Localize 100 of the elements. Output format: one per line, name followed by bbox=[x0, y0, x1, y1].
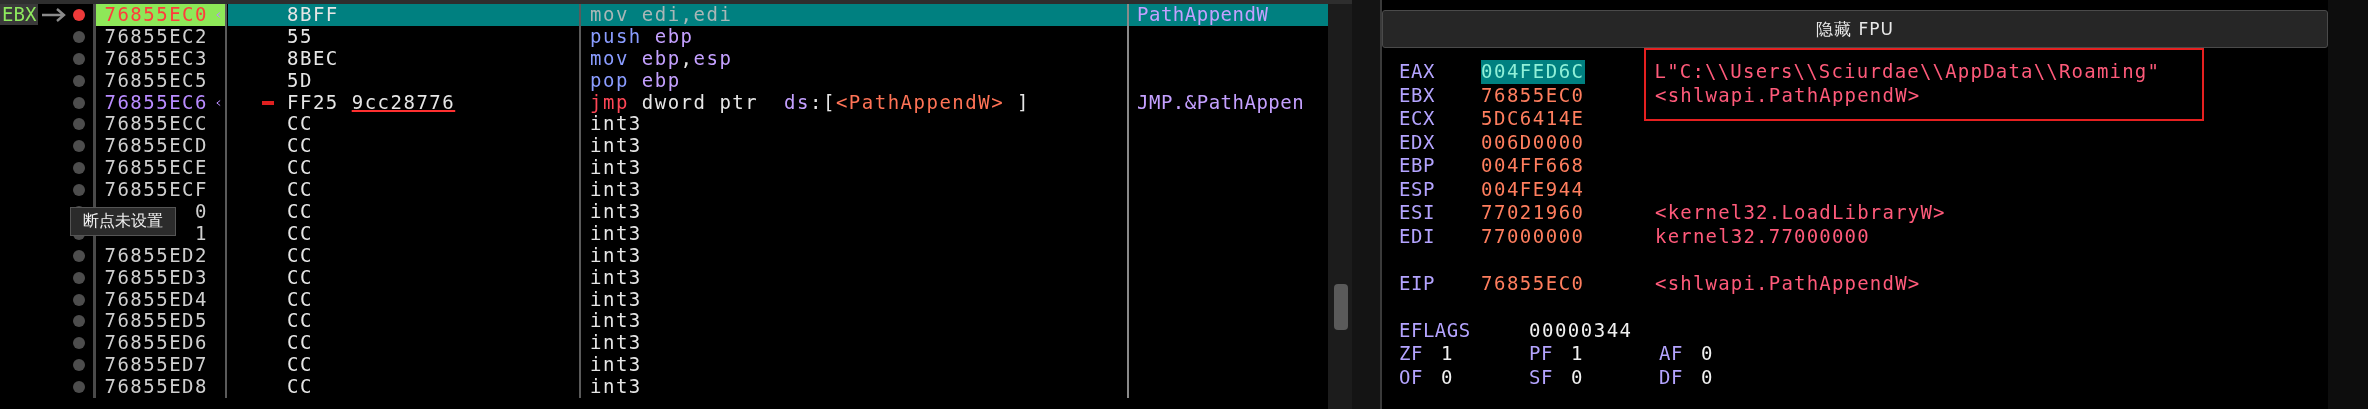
breakpoint-dot[interactable] bbox=[73, 359, 85, 372]
breakpoint-dot[interactable] bbox=[73, 271, 85, 284]
breakpoint-dot[interactable] bbox=[73, 96, 85, 109]
instruction-text: int3 bbox=[590, 156, 642, 179]
instruction-text: mov edi,edi bbox=[590, 3, 733, 25]
register-name: EIP bbox=[1399, 271, 1436, 295]
register-comment: L"C:\\Users\\Sciurdae\\AppData\\Roaming" bbox=[1654, 60, 2161, 84]
disassembly-row[interactable]: 76855ED6 CC int3 bbox=[0, 332, 1328, 355]
comment-text: PathAppendW bbox=[1137, 3, 1269, 25]
breakpoint-dot[interactable] bbox=[73, 118, 85, 131]
address-text: 76855EC5 bbox=[104, 69, 208, 92]
breakpoint-dot[interactable] bbox=[73, 8, 85, 21]
disassembly-row[interactable]: 76855EC5 5D pop ebp bbox=[0, 69, 1328, 92]
register-value[interactable]: 004FF668 bbox=[1481, 154, 1655, 178]
disassembly-row[interactable]: 76855ECE CC int3 bbox=[0, 157, 1328, 180]
breakpoint-dot[interactable] bbox=[73, 337, 85, 350]
instruction-text: int3 bbox=[590, 221, 642, 244]
breakpoint-dot[interactable] bbox=[73, 74, 85, 87]
flag-value[interactable]: 0 bbox=[1441, 365, 1454, 389]
hide-fpu-button[interactable]: 隐藏 FPU bbox=[1382, 10, 2328, 48]
disassembly-row[interactable]: EBX 76855EC0 8BFF mov edi,edi PathAppendW bbox=[0, 4, 1328, 26]
bytes-text: 5D bbox=[287, 69, 313, 92]
instruction-text: int3 bbox=[590, 112, 642, 135]
instruction-text: int3 bbox=[590, 331, 642, 354]
breakpoint-dot[interactable] bbox=[73, 162, 85, 175]
bytes-text: CC bbox=[287, 135, 313, 158]
register-value[interactable]: 5DC6414E bbox=[1481, 107, 1655, 131]
disassembly-row[interactable]: 76855EC3 8BEC mov ebp,esp bbox=[0, 47, 1328, 70]
disassembly-row[interactable]: 76855ED4 CC int3 bbox=[0, 288, 1328, 311]
register-value[interactable]: 77000000 bbox=[1481, 224, 1655, 248]
disassembly-row[interactable]: 76855ED3 CC int3 bbox=[0, 266, 1328, 289]
tooltip: 断点未设置 bbox=[70, 207, 176, 236]
bytes-text: FF25 9cc28776 bbox=[287, 91, 456, 114]
disassembly-row[interactable]: 76855ECC CC int3 bbox=[0, 113, 1328, 136]
address-text: 76855ECF bbox=[104, 179, 208, 202]
breakpoint-dot[interactable] bbox=[73, 381, 85, 394]
disassembly-row[interactable]: 76855ECD CC int3 bbox=[0, 135, 1328, 158]
register-comment: kernel32.77000000 bbox=[1655, 224, 1870, 248]
flag-value[interactable]: 0 bbox=[1701, 342, 1714, 366]
register-value[interactable]: 004FED6C bbox=[1481, 60, 1585, 84]
address-text: 76855ED6 bbox=[104, 332, 208, 355]
bytes-text: CC bbox=[287, 310, 313, 333]
bytes-text: CC bbox=[287, 113, 313, 136]
instruction-text: int3 bbox=[590, 200, 642, 222]
pane-splitter[interactable] bbox=[1352, 0, 1382, 409]
bytes-text: CC bbox=[287, 332, 313, 355]
scrollbar-thumb[interactable] bbox=[1334, 284, 1348, 330]
instruction-text: pop ebp bbox=[590, 68, 681, 91]
instruction-text: int3 bbox=[590, 375, 642, 398]
register-value[interactable]: 006D0000 bbox=[1481, 130, 1655, 154]
instruction-text: jmp dword ptr ds:[<PathAppendW> ] bbox=[590, 90, 1030, 113]
register-name: ESI bbox=[1399, 201, 1436, 225]
register-value: 76855EC0 bbox=[1481, 271, 1586, 295]
flag-name: SF bbox=[1529, 365, 1554, 389]
breakpoint-dot[interactable] bbox=[73, 30, 85, 43]
register-value[interactable]: 004FE944 bbox=[1481, 177, 1655, 201]
address-text: 76855ED2 bbox=[104, 244, 208, 267]
address-text: 76855EC6 bbox=[104, 91, 208, 114]
instruction-text: int3 bbox=[590, 309, 642, 332]
bytes-text: CC bbox=[287, 244, 313, 267]
flag-name: AF bbox=[1659, 342, 1684, 366]
register-name: ECX bbox=[1399, 107, 1436, 131]
address-text: 1 bbox=[195, 222, 208, 245]
register-comment: <shlwapi.PathAppendW> bbox=[1655, 83, 1921, 107]
address-text: 76855ED8 bbox=[104, 376, 208, 399]
breakpoint-dot[interactable] bbox=[73, 184, 85, 197]
flag-name: ZF bbox=[1399, 342, 1424, 366]
flag-value[interactable]: 1 bbox=[1571, 342, 1584, 366]
address-text: 76855ED7 bbox=[104, 354, 208, 377]
breakpoint-dot[interactable] bbox=[73, 140, 85, 153]
disassembly-row[interactable]: 76855ED7 CC int3 bbox=[0, 354, 1328, 377]
flag-value[interactable]: 1 bbox=[1441, 342, 1454, 366]
disassembly-row[interactable]: 76855EC6 FF25 9cc28776 jmp dword ptr ds:[<PathAppendW> ] JMP.&PathAppen bbox=[0, 91, 1328, 114]
flag-value[interactable]: 0 bbox=[1571, 365, 1584, 389]
register-value[interactable]: 76855EC0 bbox=[1481, 83, 1655, 107]
disassembly-row[interactable]: 76855ED2 CC int3 bbox=[0, 244, 1328, 267]
register-value[interactable]: 77021960 bbox=[1481, 201, 1655, 225]
arrow-icon bbox=[41, 6, 68, 23]
register-comment: <shlwapi.PathAppendW> bbox=[1655, 271, 1921, 295]
disassembly-row[interactable]: 76855EC2 55 push ebp bbox=[0, 25, 1328, 48]
disassembly-row[interactable]: 76855ECF CC int3 bbox=[0, 179, 1328, 201]
disassembly-row[interactable]: 76855ED8 CC int3 bbox=[0, 376, 1328, 399]
comment-text: JMP.&PathAppen bbox=[1137, 90, 1305, 113]
address-text: 76855ECD bbox=[104, 135, 208, 158]
address-text: 0 bbox=[195, 201, 208, 223]
instruction-text: push ebp bbox=[590, 24, 694, 47]
breakpoint-dot[interactable] bbox=[73, 52, 85, 65]
bytes-text: 55 bbox=[287, 25, 313, 48]
breakpoint-dot[interactable] bbox=[73, 249, 85, 262]
breakpoint-dot[interactable] bbox=[73, 315, 85, 328]
instruction-text: int3 bbox=[590, 287, 642, 310]
register-name: EDI bbox=[1399, 224, 1436, 248]
bytes-text: 8BFF bbox=[287, 4, 339, 26]
disassembly-row[interactable]: 76855ED5 CC int3 bbox=[0, 310, 1328, 333]
bytes-text: CC bbox=[287, 179, 313, 202]
instruction-text: int3 bbox=[590, 353, 642, 376]
breakpoint-dot[interactable] bbox=[73, 293, 85, 306]
register-name: EAX bbox=[1399, 60, 1436, 84]
bytes-text: CC bbox=[287, 266, 313, 289]
flag-value[interactable]: 0 bbox=[1701, 365, 1714, 389]
